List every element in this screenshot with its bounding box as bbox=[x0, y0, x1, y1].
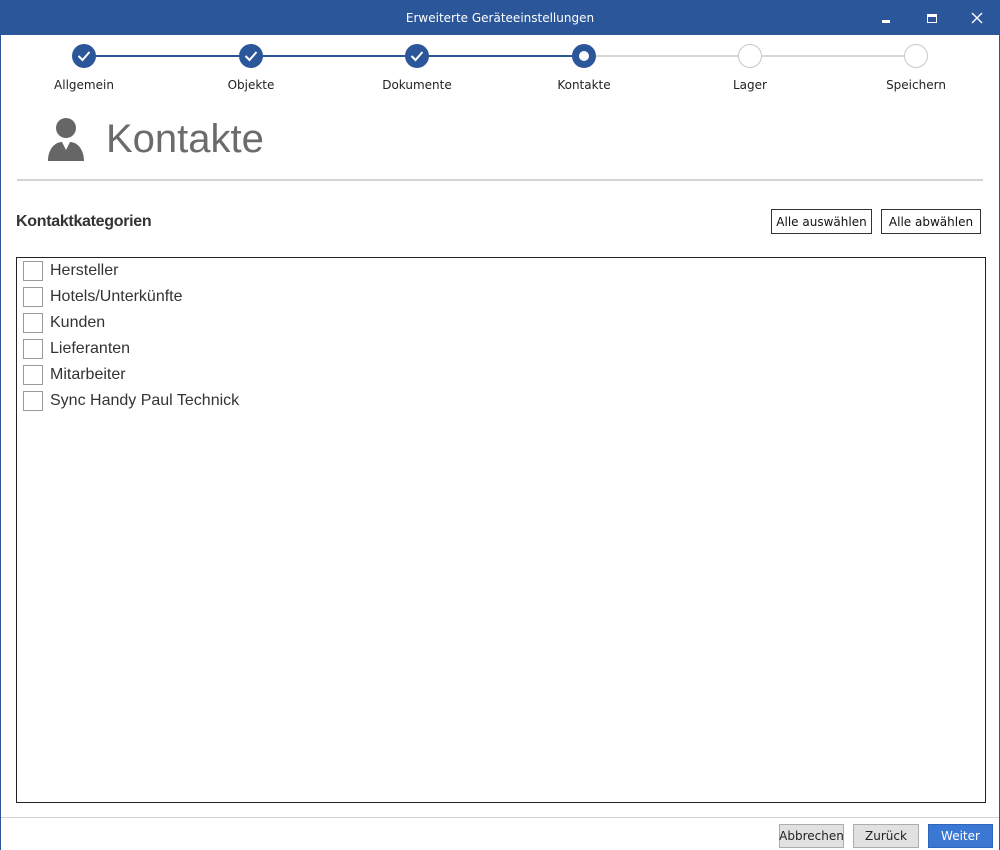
step-1-done-icon bbox=[72, 44, 96, 68]
list-item[interactable]: Hotels/Unterkünfte bbox=[23, 285, 183, 309]
maximize-button[interactable] bbox=[909, 1, 955, 35]
category-label: Sync Handy Paul Technick bbox=[50, 392, 240, 409]
category-list[interactable]: Hersteller Hotels/Unterkünfte Kunden Lie… bbox=[16, 257, 986, 803]
close-icon bbox=[971, 12, 983, 24]
list-item[interactable]: Sync Handy Paul Technick bbox=[23, 389, 239, 413]
step-connector bbox=[251, 55, 417, 57]
step-label-allgemein: Allgemein bbox=[54, 78, 114, 92]
step-connector bbox=[84, 55, 251, 57]
back-button[interactable]: Zurück bbox=[853, 824, 919, 848]
contact-categories-label: Kontaktkategorien bbox=[16, 213, 152, 230]
step-label-dokumente: Dokumente bbox=[382, 78, 452, 92]
minimize-icon bbox=[882, 19, 890, 23]
page-title: Kontakte bbox=[106, 117, 264, 161]
step-2-done-icon bbox=[239, 44, 263, 68]
category-checkbox[interactable] bbox=[23, 339, 43, 359]
page-header: Kontakte bbox=[17, 105, 983, 181]
category-checkbox[interactable] bbox=[23, 313, 43, 333]
list-item[interactable]: Lieferanten bbox=[23, 337, 130, 361]
cancel-button[interactable]: Abbrechen bbox=[779, 824, 844, 848]
step-4-current-icon bbox=[572, 44, 596, 68]
window-title: Erweiterte Geräteeinstellungen bbox=[405, 11, 595, 25]
step-label-lager: Lager bbox=[733, 78, 767, 92]
category-label: Kunden bbox=[50, 314, 106, 331]
category-checkbox[interactable] bbox=[23, 391, 43, 411]
step-label-kontakte: Kontakte bbox=[557, 78, 611, 92]
step-connector bbox=[750, 55, 916, 57]
step-label-speichern: Speichern bbox=[886, 78, 946, 92]
step-connector bbox=[417, 55, 584, 57]
dialog-footer: Abbrechen Zurück Weiter bbox=[1, 817, 999, 850]
settings-window: Erweiterte Geräteeinstellungen Allgemein… bbox=[0, 0, 1000, 850]
select-all-button[interactable]: Alle auswählen bbox=[771, 209, 872, 234]
category-checkbox[interactable] bbox=[23, 261, 43, 281]
step-label-objekte: Objekte bbox=[227, 78, 275, 92]
list-item[interactable]: Hersteller bbox=[23, 259, 118, 283]
category-label: Mitarbeiter bbox=[50, 366, 126, 383]
category-label: Lieferanten bbox=[50, 340, 131, 357]
step-3-done-icon bbox=[405, 44, 429, 68]
next-button[interactable]: Weiter bbox=[928, 824, 993, 848]
step-connector bbox=[584, 55, 750, 57]
category-label: Hotels/Unterkünfte bbox=[50, 288, 183, 305]
list-item[interactable]: Mitarbeiter bbox=[23, 363, 126, 387]
category-checkbox[interactable] bbox=[23, 287, 43, 307]
wizard-stepper: Allgemein Objekte Dokumente Kontakte Lag… bbox=[1, 35, 999, 105]
title-bar[interactable]: Erweiterte Geräteeinstellungen bbox=[1, 1, 999, 35]
maximize-icon bbox=[927, 13, 937, 23]
step-5-pending-icon bbox=[738, 44, 762, 68]
list-item[interactable]: Kunden bbox=[23, 311, 105, 335]
category-label: Hersteller bbox=[50, 262, 119, 279]
minimize-button[interactable] bbox=[863, 1, 909, 35]
close-button[interactable] bbox=[954, 1, 1000, 35]
person-icon bbox=[48, 118, 84, 161]
deselect-all-button[interactable]: Alle abwählen bbox=[881, 209, 981, 234]
step-6-pending-icon bbox=[904, 44, 928, 68]
category-checkbox[interactable] bbox=[23, 365, 43, 385]
